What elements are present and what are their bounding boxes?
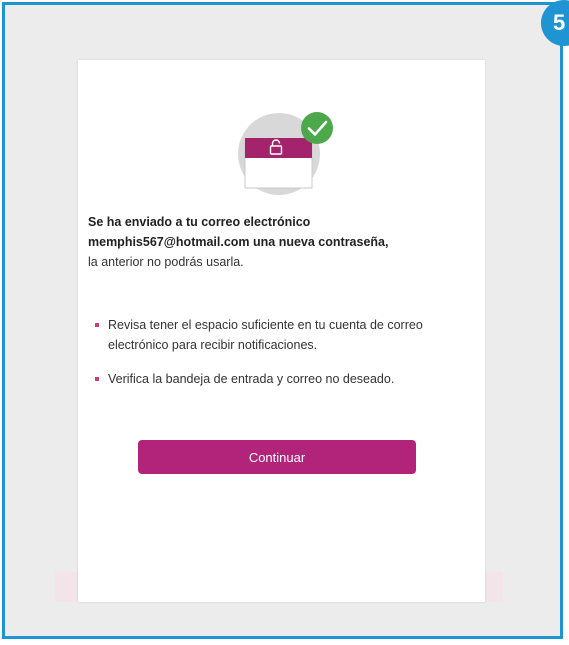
message-line-2: memphis567@hotmail.com una nueva contras… — [88, 235, 389, 249]
message-line-3: la anterior no podrás usarla. — [88, 255, 244, 269]
bullet-icon — [95, 377, 99, 381]
envelope-lock-icon — [237, 104, 341, 204]
tip-text: Verifica la bandeja de entrada y correo … — [108, 372, 395, 386]
bullet-icon — [95, 323, 99, 327]
tip-text: Revisa tener el espacio suficiente en tu… — [108, 318, 423, 352]
password-sent-card: Se ha enviado a tu correo electrónico me… — [78, 60, 485, 602]
continue-button[interactable]: Continuar — [138, 440, 416, 474]
tips-list: Revisa tener el espacio suficiente en tu… — [88, 315, 480, 403]
confirmation-message: Se ha enviado a tu correo electrónico me… — [88, 212, 478, 272]
checkmark-icon — [301, 112, 333, 144]
tip-item: Verifica la bandeja de entrada y correo … — [88, 369, 480, 389]
tip-item: Revisa tener el espacio suficiente en tu… — [88, 315, 480, 355]
message-line-1: Se ha enviado a tu correo electrónico — [88, 215, 311, 229]
